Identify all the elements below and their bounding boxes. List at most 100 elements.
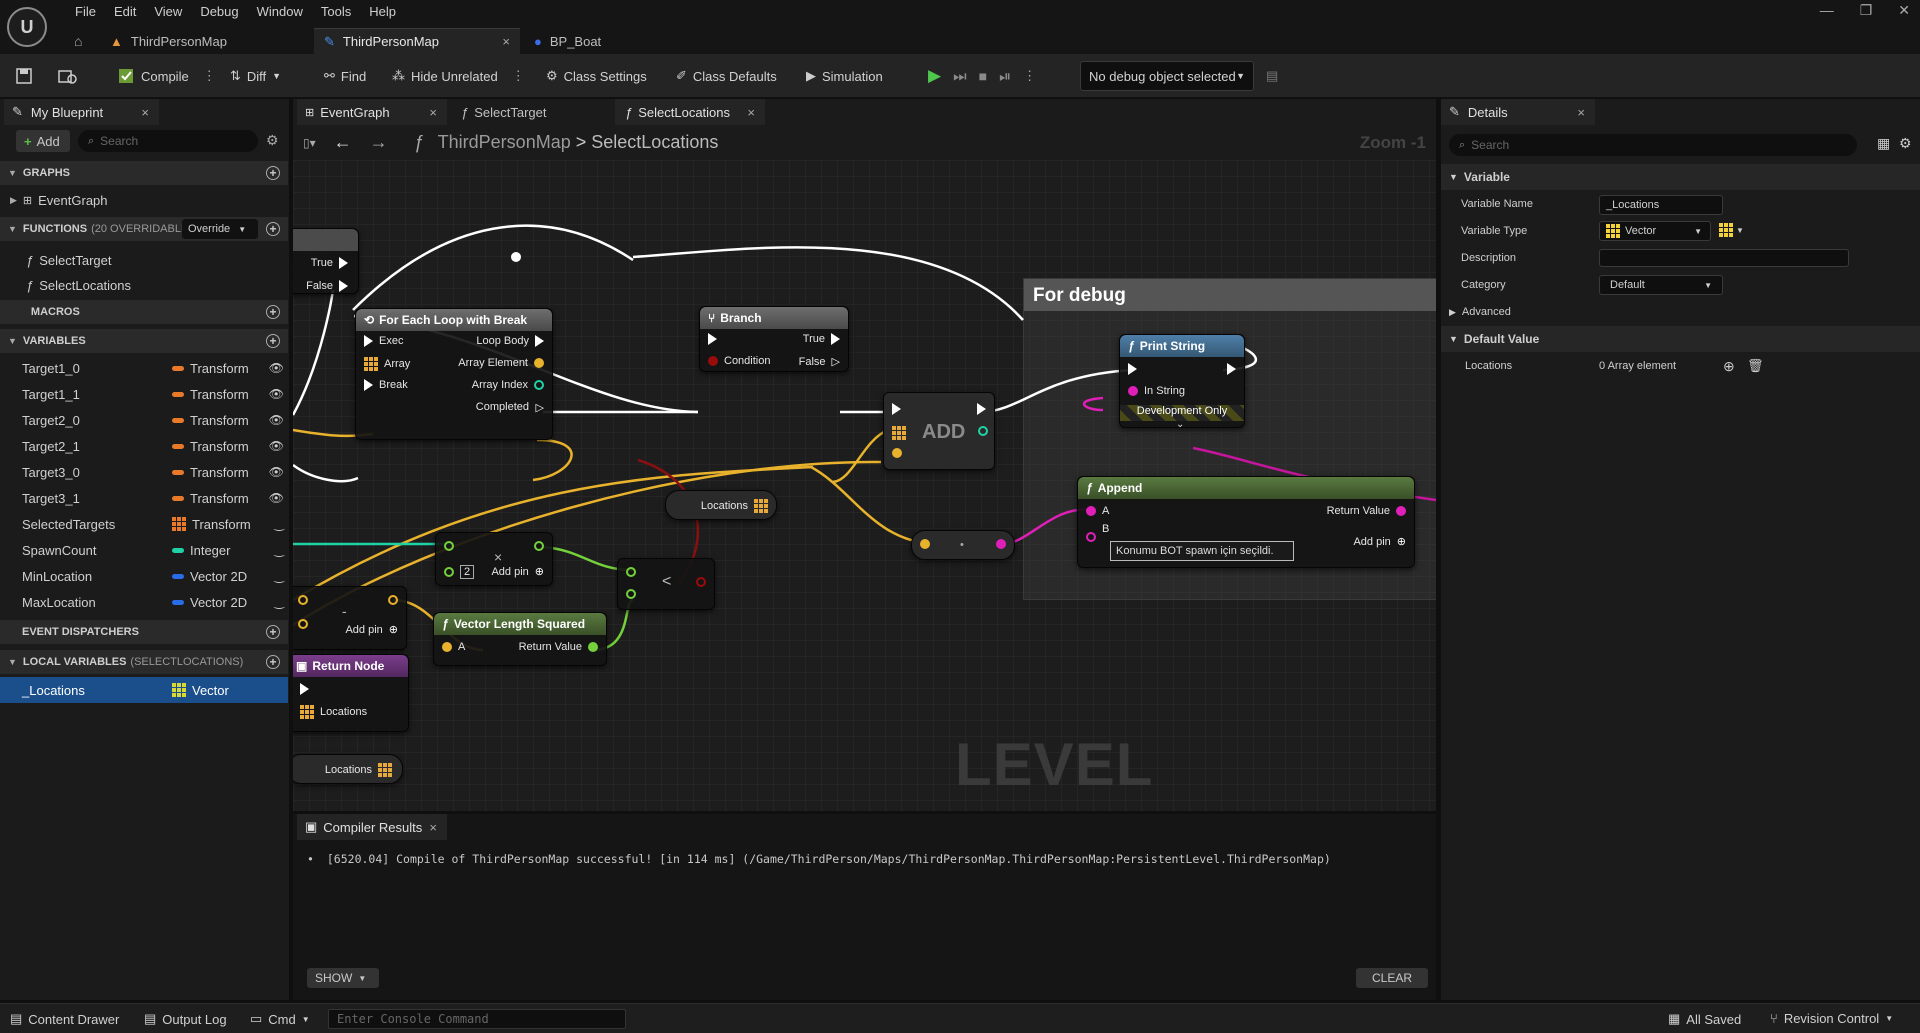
back-arrow-icon[interactable]: ← bbox=[334, 132, 352, 153]
save-icon[interactable] bbox=[16, 64, 32, 88]
debug-filter-icon[interactable]: ▤ bbox=[1266, 64, 1278, 88]
diff-button[interactable]: ⇅ Diff ▼ bbox=[230, 64, 281, 88]
eye-icon[interactable]: 👁 bbox=[269, 439, 284, 453]
condition-pin[interactable]: Condition bbox=[708, 355, 770, 367]
branch-false-pin[interactable]: False ▷ bbox=[799, 355, 840, 369]
return-locations-pin[interactable]: Locations bbox=[300, 705, 367, 719]
local-variable-item[interactable]: _Locations Vector bbox=[0, 677, 288, 703]
details-advanced-row[interactable]: ▶ Advanced bbox=[1441, 299, 1920, 325]
menu-help[interactable]: Help bbox=[360, 2, 405, 21]
less-out-pin[interactable] bbox=[696, 577, 706, 587]
macros-section[interactable]: ▼ MACROS + bbox=[0, 300, 288, 324]
variable-item[interactable]: MaxLocation Vector 2D ‿ bbox=[0, 589, 288, 615]
multiply-out-pin[interactable] bbox=[534, 541, 544, 551]
cmd-dropdown[interactable]: ▭ Cmd ▼ bbox=[250, 1011, 310, 1027]
vector-length-squared-node[interactable]: ƒ Vector Length Squared A Return Value bbox=[433, 612, 607, 666]
trash-icon[interactable]: 🗑 bbox=[1747, 358, 1764, 374]
revision-control-button[interactable]: ⑂ Revision Control ▼ bbox=[1770, 1011, 1893, 1026]
class-defaults-button[interactable]: ✐ Class Defaults bbox=[676, 64, 777, 88]
break-pin[interactable]: Break bbox=[364, 379, 408, 391]
play-icon[interactable]: ▶ bbox=[928, 66, 941, 86]
show-button[interactable]: SHOW ▼ bbox=[307, 968, 379, 988]
completed-pin[interactable]: Completed ▷ bbox=[476, 401, 544, 414]
eye-icon[interactable]: 👁 bbox=[269, 413, 284, 427]
variable-item[interactable]: Target3_1 Transform 👁 bbox=[0, 485, 288, 511]
doc-tab-thirdpersonmap-level[interactable]: ▲ ThirdPersonMap bbox=[100, 28, 310, 54]
eye-icon[interactable]: 👁 bbox=[269, 465, 284, 479]
add-graph-icon[interactable]: + bbox=[266, 166, 280, 180]
print-exec-out[interactable] bbox=[1227, 363, 1236, 375]
subtract-out-pin[interactable] bbox=[388, 595, 398, 605]
locations-out-pin[interactable]: Locations bbox=[325, 763, 392, 777]
convert-in-pin[interactable] bbox=[920, 539, 930, 549]
less-than-node[interactable]: < bbox=[617, 558, 715, 610]
array-add-node[interactable]: ADD bbox=[883, 392, 995, 470]
variable-item[interactable]: MinLocation Vector 2D ‿ bbox=[0, 563, 288, 589]
menu-tools[interactable]: Tools bbox=[312, 2, 360, 21]
eye-closed-icon[interactable]: ‿ bbox=[274, 569, 284, 583]
to-string-conversion-node[interactable]: • bbox=[911, 530, 1015, 560]
append-b-value-input[interactable]: Konumu BOT spawn için seçildi. bbox=[1110, 541, 1294, 561]
less-b-pin[interactable] bbox=[626, 589, 636, 599]
close-icon[interactable]: × bbox=[429, 105, 437, 120]
subtract-a-pin[interactable] bbox=[298, 595, 308, 605]
more-icon[interactable]: ⋮ bbox=[1023, 68, 1036, 84]
true-pin[interactable]: True bbox=[311, 257, 348, 269]
subtract-node[interactable]: - Add pin ⊕ bbox=[293, 586, 407, 650]
foreach-loop-node[interactable]: ⟲ For Each Loop with Break Exec Array Bre… bbox=[355, 308, 553, 440]
vls-return-pin[interactable]: Return Value bbox=[519, 641, 598, 653]
branch-true-pin[interactable]: True bbox=[803, 333, 840, 345]
less-a-pin[interactable] bbox=[626, 567, 636, 577]
details-tab[interactable]: ✎ Details × bbox=[1441, 99, 1595, 125]
eye-closed-icon[interactable]: ‿ bbox=[274, 543, 284, 557]
variable-item[interactable]: SpawnCount Integer ‿ bbox=[0, 537, 288, 563]
in-string-pin[interactable]: In String bbox=[1128, 385, 1185, 397]
add-item-pin[interactable] bbox=[892, 448, 902, 458]
home-icon[interactable]: ⌂ bbox=[74, 33, 82, 49]
multiply-a-pin[interactable] bbox=[444, 541, 454, 551]
locations-out-pin[interactable]: Locations bbox=[701, 499, 768, 513]
add-element-icon[interactable]: ⊕ bbox=[1723, 358, 1735, 375]
variable-item[interactable]: Target1_0 Transform 👁 bbox=[0, 355, 288, 381]
multiply-b-pin[interactable]: 2 bbox=[444, 565, 475, 579]
add-index-pin[interactable] bbox=[978, 426, 988, 436]
compiler-results-tab[interactable]: ▣ Compiler Results × bbox=[297, 814, 447, 840]
minimize-icon[interactable]: — bbox=[1820, 2, 1834, 19]
variable-item[interactable]: Target2_1 Transform 👁 bbox=[0, 433, 288, 459]
menu-edit[interactable]: Edit bbox=[105, 2, 145, 21]
graph-canvas[interactable]: For debug True False ⟲ For Each Loop wit… bbox=[293, 160, 1436, 811]
vls-a-pin[interactable]: A bbox=[442, 641, 465, 653]
add-dispatcher-icon[interactable]: + bbox=[266, 625, 280, 639]
restore-icon[interactable]: ❐ bbox=[1860, 2, 1873, 19]
variable-item[interactable]: Target3_0 Transform 👁 bbox=[0, 459, 288, 485]
doc-tab-thirdpersonmap-blueprint[interactable]: ✎ ThirdPersonMap × bbox=[314, 28, 520, 54]
category-dropdown[interactable]: Default ▼ bbox=[1599, 275, 1723, 295]
multiply-node[interactable]: 2 × Add pin ⊕ bbox=[435, 532, 553, 586]
append-node[interactable]: ƒ Append A B Konumu BOT spawn için seçild… bbox=[1077, 476, 1415, 568]
add-array-pin[interactable] bbox=[892, 426, 906, 440]
false-pin[interactable]: False bbox=[306, 280, 348, 292]
doc-tab-bp-boat[interactable]: ● BP_Boat bbox=[524, 28, 644, 54]
eye-icon[interactable]: 👁 bbox=[269, 387, 284, 401]
compile-button[interactable]: Compile ⋮ bbox=[117, 64, 216, 88]
stop-icon[interactable]: ■ bbox=[979, 68, 987, 84]
array-index-pin[interactable]: Array Index bbox=[472, 379, 544, 391]
close-icon[interactable]: × bbox=[429, 820, 437, 835]
add-variable-icon[interactable]: + bbox=[266, 334, 280, 348]
menu-view[interactable]: View bbox=[145, 2, 191, 21]
tab-eventgraph[interactable]: ⊞ EventGraph × bbox=[297, 99, 447, 125]
add-local-variable-icon[interactable]: + bbox=[266, 655, 280, 669]
eye-closed-icon[interactable]: ‿ bbox=[274, 595, 284, 609]
branch-node-partial[interactable]: True False bbox=[293, 228, 359, 294]
array-pin[interactable]: Array bbox=[364, 357, 410, 371]
variable-name-input[interactable]: _Locations bbox=[1599, 195, 1723, 215]
graphs-section[interactable]: ▼ GRAPHS + bbox=[0, 161, 288, 185]
locations-getter-node[interactable]: Locations bbox=[665, 490, 777, 520]
add-macro-icon[interactable]: + bbox=[266, 305, 280, 319]
menu-window[interactable]: Window bbox=[248, 2, 312, 21]
branch-exec-pin[interactable] bbox=[708, 333, 717, 345]
exec-pin[interactable]: Exec bbox=[364, 335, 403, 347]
event-dispatchers-section[interactable]: EVENT DISPATCHERS + bbox=[0, 620, 288, 644]
add-function-icon[interactable]: + bbox=[266, 222, 280, 236]
chevron-down-icon[interactable]: ⌄ bbox=[1176, 419, 1184, 430]
